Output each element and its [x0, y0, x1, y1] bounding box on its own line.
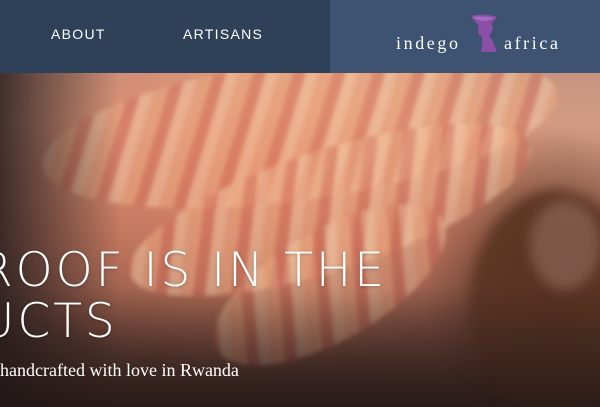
nav-bar: ABOUT ARTISANS — [0, 0, 330, 73]
hero-subtitle: handcrafted with love in Rwanda — [0, 360, 239, 380]
logo-text-africa: africa — [504, 33, 561, 53]
hero-headline-line-1: ROOF IS IN THE — [0, 243, 387, 298]
woman-silhouette-icon — [471, 14, 497, 52]
hero-headline-line-2: UCTS — [0, 294, 118, 349]
logo[interactable]: indego africa — [396, 14, 576, 58]
nav-link-artisans[interactable]: ARTISANS — [183, 26, 263, 42]
nav-link-about[interactable]: ABOUT — [51, 26, 106, 42]
logo-text-indego: indego — [396, 33, 461, 53]
